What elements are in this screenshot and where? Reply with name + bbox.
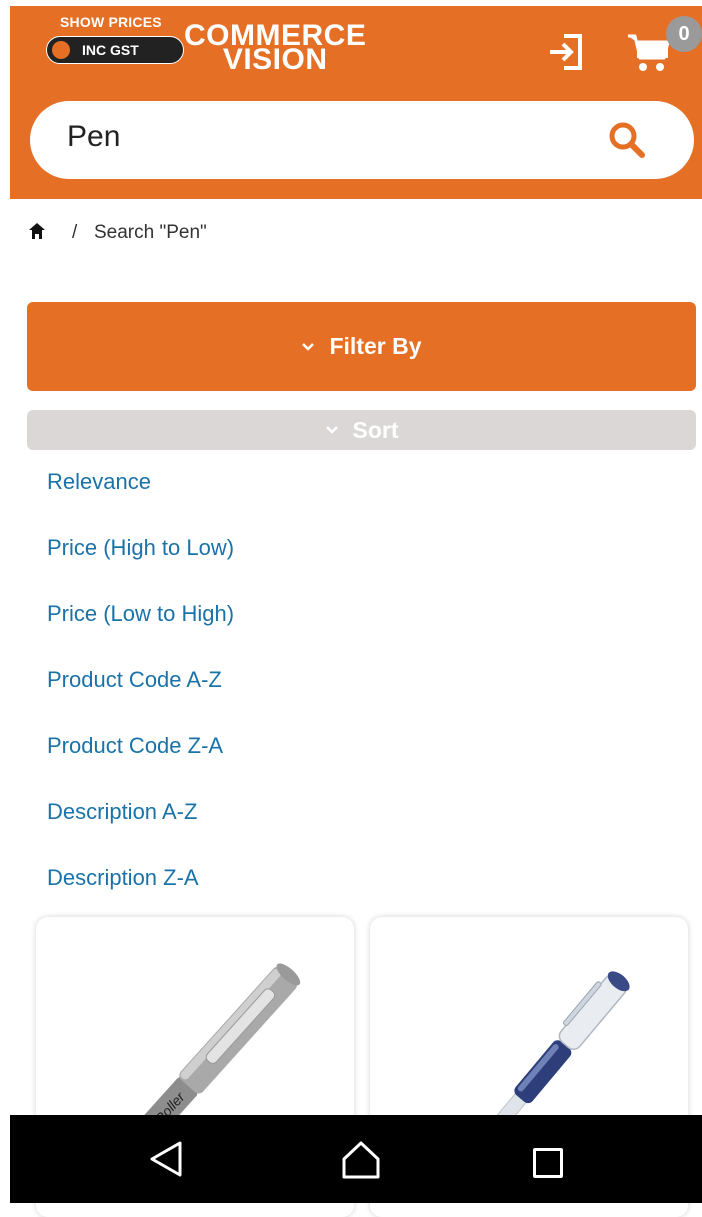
recent-apps-icon[interactable] xyxy=(533,1148,563,1178)
home-nav-icon[interactable] xyxy=(340,1139,382,1181)
filter-label: Filter By xyxy=(329,333,422,359)
login-icon[interactable] xyxy=(546,32,586,72)
home-icon[interactable] xyxy=(28,222,46,240)
sort-option[interactable]: Product Code A-Z xyxy=(47,666,234,732)
logo[interactable]: COMMERCE VISION xyxy=(184,21,366,75)
sort-option[interactable]: Price (High to Low) xyxy=(47,534,234,600)
breadcrumb-current: Search "Pen" xyxy=(94,222,207,243)
sort-toggle[interactable]: Sort xyxy=(27,410,696,450)
android-nav-bar xyxy=(10,1115,702,1203)
sort-option[interactable]: Product Code Z-A xyxy=(47,732,234,798)
chevron-down-icon xyxy=(302,342,315,351)
filter-button[interactable]: Filter By xyxy=(27,302,696,391)
search-bar[interactable]: Pen xyxy=(30,101,694,179)
header: SHOW PRICES INC GST COMMERCE VISION 0 Pe… xyxy=(10,6,702,199)
chevron-down-icon xyxy=(325,426,338,434)
left-strip xyxy=(0,0,10,1203)
back-icon[interactable] xyxy=(148,1139,184,1179)
gst-toggle-label: INC GST xyxy=(82,42,139,58)
cart-icon[interactable] xyxy=(626,32,670,74)
sort-label: Sort xyxy=(352,416,399,443)
sort-option[interactable]: Relevance xyxy=(47,468,234,534)
sort-options-list: Relevance Price (High to Low) Price (Low… xyxy=(47,468,234,930)
cart-badge[interactable]: 0 xyxy=(666,16,702,52)
breadcrumb-separator: / xyxy=(72,222,78,243)
search-icon[interactable] xyxy=(608,121,646,159)
search-input[interactable]: Pen xyxy=(67,120,120,154)
sort-option[interactable]: Description A-Z xyxy=(47,798,234,864)
toggle-knob xyxy=(52,41,70,59)
sort-option[interactable]: Price (Low to High) xyxy=(47,600,234,666)
show-prices-label: SHOW PRICES xyxy=(60,14,162,30)
gst-toggle[interactable]: INC GST xyxy=(46,36,184,64)
